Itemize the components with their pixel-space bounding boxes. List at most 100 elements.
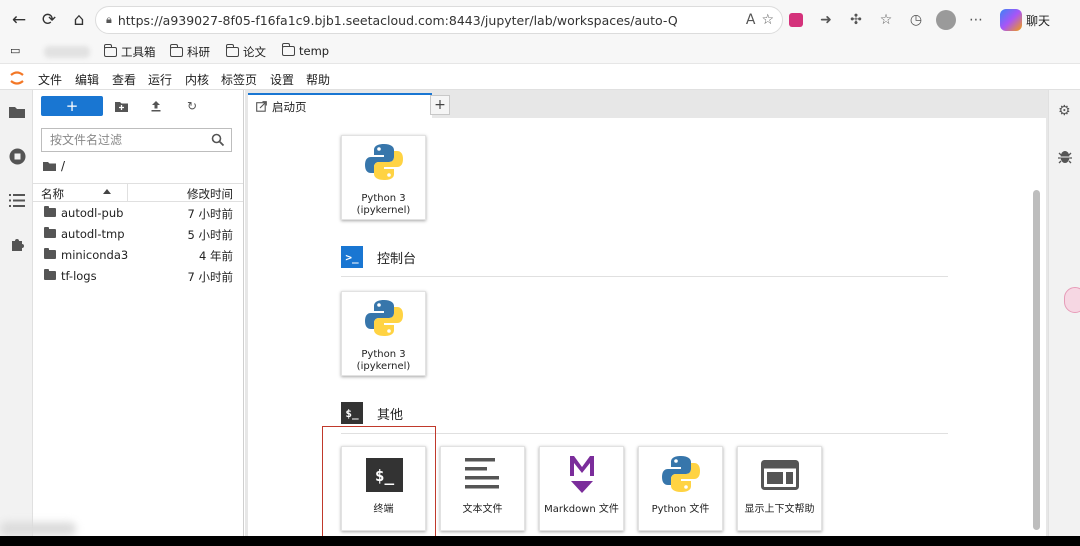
- launcher-scrollbar[interactable]: [1033, 190, 1040, 530]
- new-launcher-button[interactable]: +: [41, 96, 103, 116]
- file-row[interactable]: miniconda3 4 年前: [33, 245, 243, 266]
- folder-icon[interactable]: [8, 102, 26, 120]
- breadcrumb[interactable]: /: [43, 159, 65, 173]
- folder-icon: [103, 44, 117, 57]
- main-area: 启动页 + Python 3 (ipykernel) >_ 控制台 Python…: [245, 90, 1048, 536]
- more-icon[interactable]: ⋯: [966, 10, 986, 30]
- breadcrumb-root[interactable]: /: [61, 159, 65, 173]
- upload-icon[interactable]: [149, 99, 163, 113]
- section-title: 其他: [377, 407, 404, 423]
- bookmark-toggle-icon[interactable]: ▭: [10, 44, 20, 57]
- menu-edit[interactable]: 编辑: [75, 71, 99, 88]
- modified-column-header[interactable]: 修改时间: [187, 186, 233, 202]
- floating-assistant-icon[interactable]: [1064, 287, 1080, 313]
- favorites-icon[interactable]: ☆: [876, 10, 896, 30]
- section-title: 控制台: [377, 251, 417, 267]
- notebook-python3-card[interactable]: Python 3 (ipykernel): [341, 135, 426, 220]
- refresh-icon[interactable]: ⟳: [34, 5, 64, 35]
- filter-input[interactable]: [50, 133, 200, 147]
- back-icon[interactable]: ←: [4, 5, 34, 35]
- menu-run[interactable]: 运行: [148, 71, 172, 88]
- menu-tabs[interactable]: 标签页: [221, 71, 257, 88]
- name-column-header[interactable]: 名称: [41, 186, 64, 202]
- card-title: Python 3: [361, 349, 406, 360]
- running-sessions-icon[interactable]: [8, 147, 26, 165]
- tab-label: 启动页: [272, 99, 307, 114]
- bookmark-temp[interactable]: temp: [281, 43, 329, 58]
- folder-icon: [225, 44, 239, 57]
- card-title: Markdown 文件: [544, 504, 619, 515]
- terminal-card[interactable]: $_ 终端: [341, 446, 426, 531]
- folder-icon: [44, 248, 56, 259]
- bookmark-toolbox[interactable]: 工具箱: [103, 44, 156, 60]
- file-name: autodl-tmp: [61, 227, 125, 241]
- browser-toolbar: ← ⟳ ⌂ 🔒︎ https://a939027-8f05-f16fa1c9.b…: [0, 0, 1080, 40]
- lock-icon[interactable]: 🔒︎: [106, 13, 112, 27]
- file-name: miniconda3: [61, 248, 129, 262]
- tab-launcher[interactable]: 启动页: [248, 93, 432, 118]
- history-icon[interactable]: ◷: [906, 10, 926, 30]
- tab-bar: 启动页 +: [245, 90, 1048, 118]
- file-modified: 4 年前: [199, 249, 233, 263]
- file-name: tf-logs: [61, 269, 97, 283]
- new-folder-icon[interactable]: [114, 99, 128, 113]
- file-browser: + ↻ / 名称 修改时间 autodl-pub 7 小时前 autodl-tm…: [33, 90, 244, 536]
- blurred-bookmark[interactable]: [44, 46, 90, 58]
- console-python3-card[interactable]: Python 3 (ipykernel): [341, 291, 426, 376]
- column-divider[interactable]: [127, 184, 128, 201]
- section-divider: [341, 276, 948, 277]
- card-subtitle: (ipykernel): [356, 205, 411, 216]
- text-file-icon: [465, 458, 499, 489]
- chat-button[interactable]: 聊天: [1000, 7, 1050, 33]
- debugger-icon[interactable]: [1058, 148, 1072, 167]
- jupyter-menubar: 文件 编辑 查看 运行 内核 标签页 设置 帮助: [0, 66, 1080, 90]
- file-filter[interactable]: [41, 128, 232, 152]
- other-section-header: $_ 其他: [341, 402, 403, 424]
- extension-arrow-icon[interactable]: ➜: [816, 10, 836, 30]
- bookmark-papers[interactable]: 论文: [225, 44, 266, 60]
- translate-icon[interactable]: A: [746, 12, 756, 28]
- folder-icon: [44, 206, 56, 217]
- blurred-overlay: [0, 522, 76, 536]
- context-help-card[interactable]: 显示上下文帮助: [737, 446, 822, 531]
- folder-icon: [44, 227, 56, 238]
- sort-ascending-icon[interactable]: [103, 189, 111, 194]
- file-row[interactable]: autodl-tmp 5 小时前: [33, 224, 243, 245]
- refresh-files-icon[interactable]: ↻: [185, 99, 199, 113]
- card-title: 终端: [373, 504, 394, 515]
- file-modified: 7 小时前: [187, 207, 233, 221]
- file-row[interactable]: tf-logs 7 小时前: [33, 266, 243, 287]
- console-icon: >_: [341, 246, 363, 268]
- python-logo-icon: [662, 456, 700, 492]
- extensions-icon[interactable]: ✣: [846, 10, 866, 30]
- profile-avatar[interactable]: [936, 10, 956, 30]
- table-of-contents-icon[interactable]: [8, 191, 26, 209]
- home-icon[interactable]: ⌂: [64, 5, 94, 35]
- bookmark-research[interactable]: 科研: [169, 44, 210, 60]
- menu-view[interactable]: 查看: [112, 71, 136, 88]
- property-inspector-icon[interactable]: ⚙: [1058, 103, 1071, 119]
- address-bar[interactable]: 🔒︎ https://a939027-8f05-f16fa1c9.bjb1.se…: [95, 6, 783, 34]
- menu-settings[interactable]: 设置: [270, 71, 294, 88]
- file-modified: 7 小时前: [187, 270, 233, 284]
- markdown-file-card[interactable]: Markdown 文件: [539, 446, 624, 531]
- extension-manager-icon[interactable]: [8, 235, 26, 253]
- folder-icon: [44, 269, 56, 280]
- python-logo-icon: [365, 144, 403, 180]
- extension-red-icon[interactable]: [786, 10, 806, 30]
- add-tab-button[interactable]: +: [430, 95, 450, 115]
- folder-icon: [169, 44, 183, 57]
- menu-file[interactable]: 文件: [38, 71, 62, 88]
- markdown-icon: [570, 456, 594, 493]
- menu-help[interactable]: 帮助: [306, 71, 330, 88]
- jupyter-logo-icon: [10, 71, 24, 85]
- card-subtitle: (ipykernel): [356, 361, 411, 372]
- file-row[interactable]: autodl-pub 7 小时前: [33, 203, 243, 224]
- menu-kernel[interactable]: 内核: [185, 71, 209, 88]
- text-file-card[interactable]: 文本文件: [440, 446, 525, 531]
- right-sidebar: ⚙: [1048, 90, 1080, 536]
- home-folder-icon: [43, 162, 56, 171]
- bottom-edge: [0, 536, 1080, 546]
- favorite-star-icon[interactable]: ☆: [761, 12, 774, 28]
- python-file-card[interactable]: Python 文件: [638, 446, 723, 531]
